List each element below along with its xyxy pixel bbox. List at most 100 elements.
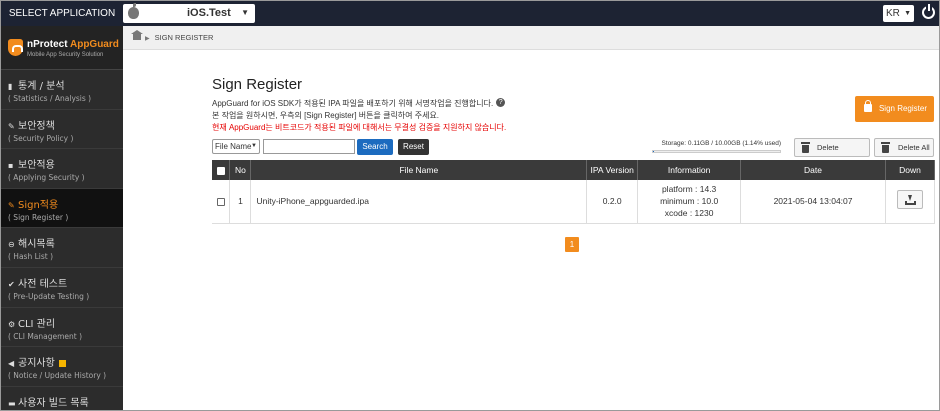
sidebar-item-notice[interactable]: ◀ 공지사항 ( Notice / Update History ) <box>1 347 123 387</box>
language-value: KR <box>886 8 900 19</box>
sidebar-item-user-builds[interactable]: ▬ 사용자 빌드 목록 <box>1 387 123 410</box>
minus-circle-icon: ⊖ <box>8 240 15 250</box>
filter-value: File Name <box>215 142 252 151</box>
help-icon[interactable]: ? <box>496 98 506 107</box>
search-button[interactable]: Search <box>357 139 393 155</box>
gear-icon: ⚙ <box>8 319 16 329</box>
power-icon[interactable] <box>922 4 935 19</box>
breadcrumb: ▶ SIGN REGISTER <box>123 26 939 50</box>
brand-main: nProtect <box>27 39 68 50</box>
row-date: 2021-05-04 13:04:07 <box>740 180 886 224</box>
trash-icon <box>881 142 890 153</box>
column-header-date: Date <box>740 160 886 180</box>
sidebar-item-sub: ( Notice / Update History ) <box>8 371 107 381</box>
sidebar: nProtect AppGuard Mobile App Security So… <box>1 26 123 410</box>
page-description: AppGuard for iOS SDK가 적용된 IPA 파일을 배포하기 위… <box>212 98 506 134</box>
delete-all-button[interactable]: Delete All <box>874 138 934 157</box>
sidebar-item-sub: ( CLI Management ) <box>8 331 83 341</box>
application-name: iOS.Test <box>187 7 231 19</box>
sidebar-item-statistics[interactable]: ▮ 통계 / 분석 ( Statistics / Analysis ) <box>1 70 123 110</box>
sidebar-item-sub: ( Security Policy ) <box>8 133 74 143</box>
storage-usage-bar <box>652 150 781 153</box>
top-bar: SELECT APPLICATION iOS.Test ▼ KR ▼ <box>1 1 939 26</box>
logo: nProtect AppGuard Mobile App Security So… <box>1 26 123 70</box>
sidebar-item-sub: ( Statistics / Analysis ) <box>8 94 92 103</box>
sidebar-item-sign-register[interactable]: ✎ Sign적용 ( Sign Register ) <box>1 188 123 229</box>
select-application-label: SELECT APPLICATION <box>8 8 116 19</box>
lock-icon <box>864 100 872 112</box>
info-xcode: xcode : 1230 <box>664 208 714 219</box>
info-platform: platform : 14.3 <box>661 184 717 195</box>
sidebar-item-label: 사용자 빌드 목록 <box>18 397 89 409</box>
search-input[interactable] <box>263 139 355 154</box>
row-select-cell <box>212 180 231 224</box>
home-icon[interactable] <box>131 30 143 41</box>
chevron-right-icon: ▶ <box>145 36 150 42</box>
sidebar-item-label: CLI 관리 <box>18 318 56 330</box>
description-line: AppGuard for iOS SDK가 적용된 IPA 파일을 배포하기 위… <box>212 99 494 108</box>
chevron-down-icon: ▼ <box>251 143 257 149</box>
column-header-ipa-version: IPA Version <box>586 160 639 180</box>
sidebar-item-hash-list[interactable]: ⊖ 해시목록 ( Hash List ) <box>1 228 123 268</box>
breadcrumb-current: SIGN REGISTER <box>154 33 214 42</box>
sign-register-button[interactable]: Sign Register <box>855 96 934 122</box>
application-select[interactable]: iOS.Test ▼ <box>123 3 255 23</box>
wrench-icon: ✎ <box>8 121 15 131</box>
table-header-row: No File Name IPA Version Information Dat… <box>212 160 936 180</box>
sidebar-item-label: Sign적용 <box>18 199 59 211</box>
shield-icon <box>8 39 23 56</box>
column-header-information: Information <box>637 160 742 180</box>
sidebar-item-label: 보안적용 <box>18 160 55 172</box>
language-select[interactable]: KR ▼ <box>883 5 914 22</box>
storage-usage-text: Storage: 0.11GB / 10.00GB (1.14% used) <box>661 140 781 147</box>
table-row: 1 Unity-iPhone_appguarded.ipa 0.2.0 plat… <box>212 180 936 224</box>
storage-usage-fill <box>653 151 655 152</box>
main-content: Sign Register AppGuard for iOS SDK가 적용된 … <box>211 50 936 410</box>
sidebar-item-sub: ( Sign Register ) <box>8 212 69 222</box>
sidebar-item-pre-update-testing[interactable]: ✔ 사전 테스트 ( Pre-Update Testing ) <box>1 268 123 308</box>
chevron-down-icon: ▼ <box>904 10 911 17</box>
megaphone-icon: ◀ <box>8 359 15 369</box>
sidebar-item-label: 공지사항 <box>18 358 55 370</box>
row-download-cell <box>885 180 936 224</box>
document-icon: ▪ <box>8 161 14 171</box>
sidebar-item-sub: ( Applying Security ) <box>8 173 85 183</box>
page-title: Sign Register <box>212 76 303 93</box>
sign-register-label: Sign Register <box>878 104 927 113</box>
row-checkbox[interactable] <box>216 198 225 206</box>
sidebar-item-label: 통계 / 분석 <box>18 81 65 92</box>
sidebar-item-sub: ( Hash List ) <box>8 252 54 262</box>
select-all-header <box>212 160 231 180</box>
download-button[interactable] <box>896 190 923 210</box>
brand-name: nProtect AppGuard <box>27 39 119 50</box>
brand-accent: AppGuard <box>69 39 119 50</box>
edit-icon: ✎ <box>8 200 15 210</box>
pagination-page-current[interactable]: 1 <box>565 237 579 252</box>
info-minimum: minimum : 10.0 <box>660 196 719 207</box>
download-icon <box>904 195 916 206</box>
column-header-no: No <box>229 160 252 180</box>
sidebar-item-sub: ( Pre-Update Testing ) <box>8 291 90 301</box>
warning-text: 현재 AppGuard는 비트코드가 적용된 파일에 대해서는 무결성 검증을 … <box>212 123 507 132</box>
bar-chart-icon: ▮ <box>8 82 13 91</box>
sidebar-item-applying-security[interactable]: ▪ 보안적용 ( Applying Security ) <box>1 149 123 189</box>
sidebar-item-label: 사전 테스트 <box>18 278 68 290</box>
sidebar-item-security-policy[interactable]: ✎ 보안정책 ( Security Policy ) <box>1 110 123 150</box>
sidebar-item-cli-management[interactable]: ⚙ CLI 관리 ( CLI Management ) <box>1 308 123 348</box>
sidebar-item-label: 해시목록 <box>18 239 55 251</box>
delete-all-label: Delete All <box>898 143 930 152</box>
row-information: platform : 14.3 minimum : 10.0 xcode : 1… <box>637 180 742 224</box>
apple-icon <box>128 3 139 19</box>
folder-icon: ▬ <box>8 398 16 408</box>
delete-checked-button[interactable]: Delete Checked <box>794 138 870 169</box>
chevron-down-icon: ▼ <box>241 8 249 17</box>
reset-button[interactable]: Reset <box>398 139 429 155</box>
brand-tagline: Mobile App Security Solution <box>27 52 104 58</box>
check-icon: ✔ <box>8 279 15 289</box>
search-filter-select[interactable]: File Name ▼ <box>212 139 260 154</box>
row-no: 1 <box>229 180 252 224</box>
row-file-name: Unity-iPhone_appguarded.ipa <box>250 180 588 224</box>
select-all-checkbox[interactable] <box>216 166 225 175</box>
column-header-file-name: File Name <box>250 160 588 180</box>
trash-icon <box>801 142 810 153</box>
